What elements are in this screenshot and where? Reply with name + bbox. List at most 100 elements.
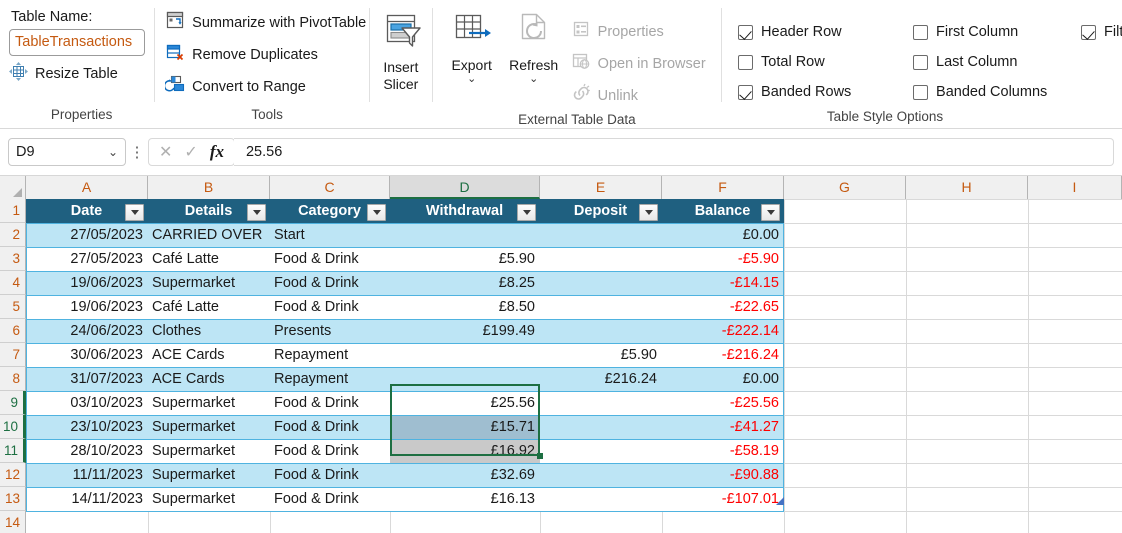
- refresh-chevron-down-icon[interactable]: ⌄: [529, 74, 538, 85]
- cell-A2[interactable]: 27/05/2023: [26, 223, 148, 247]
- column-header-G[interactable]: G: [784, 176, 906, 199]
- cell-D12[interactable]: £32.69: [390, 463, 540, 487]
- row-header-4[interactable]: 4: [0, 271, 26, 295]
- row-header-12[interactable]: 12: [0, 463, 26, 487]
- row-header-10[interactable]: 10: [0, 415, 26, 439]
- remove-duplicates-button[interactable]: Remove Duplicates: [165, 39, 318, 70]
- cell-F6[interactable]: -£222.14: [662, 319, 784, 343]
- cell-B13[interactable]: Supermarket: [148, 487, 270, 511]
- cell-C12[interactable]: Food & Drink: [270, 463, 390, 487]
- cell-F9[interactable]: -£25.56: [662, 391, 784, 415]
- cell-C10[interactable]: Food & Drink: [270, 415, 390, 439]
- convert-to-range-button[interactable]: Convert to Range: [163, 71, 306, 102]
- cell-A6[interactable]: 24/06/2023: [26, 319, 148, 343]
- cell-A13[interactable]: 14/11/2023: [26, 487, 148, 511]
- cell-F12[interactable]: -£90.88: [662, 463, 784, 487]
- cell-C11[interactable]: Food & Drink: [270, 439, 390, 463]
- cell-B7[interactable]: ACE Cards: [148, 343, 270, 367]
- selection-fill-handle[interactable]: [537, 453, 543, 459]
- cell-F5[interactable]: -£22.65: [662, 295, 784, 319]
- cell-E8[interactable]: £216.24: [540, 367, 662, 391]
- cell-C5[interactable]: Food & Drink: [270, 295, 390, 319]
- cell-F4[interactable]: -£14.15: [662, 271, 784, 295]
- cell-B12[interactable]: Supermarket: [148, 463, 270, 487]
- cell-E9[interactable]: [540, 391, 662, 415]
- table-name-input[interactable]: TableTransactions: [9, 29, 145, 56]
- insert-slicer-button[interactable]: Insert Slicer: [370, 7, 432, 93]
- name-box[interactable]: D9 ⌄: [8, 138, 126, 166]
- cell-D11[interactable]: £16.92: [390, 439, 540, 463]
- cell-A12[interactable]: 11/11/2023: [26, 463, 148, 487]
- cell-D3[interactable]: £5.90: [390, 247, 540, 271]
- column-header-F[interactable]: F: [662, 176, 784, 199]
- checkbox-header-row[interactable]: Header Row: [738, 17, 913, 47]
- cell-A11[interactable]: 28/10/2023: [26, 439, 148, 463]
- cell-E7[interactable]: £5.90: [540, 343, 662, 367]
- cell-E11[interactable]: [540, 439, 662, 463]
- cell-D2[interactable]: [390, 223, 540, 247]
- filter-dropdown-icon-details[interactable]: [247, 204, 266, 221]
- cell-A9[interactable]: 03/10/2023: [26, 391, 148, 415]
- row-header-14[interactable]: 14: [0, 511, 26, 533]
- cell-B6[interactable]: Clothes: [148, 319, 270, 343]
- cell-B8[interactable]: ACE Cards: [148, 367, 270, 391]
- checkbox-banded-rows[interactable]: Banded Rows: [738, 77, 913, 107]
- checkbox-banded-columns[interactable]: Banded Columns: [913, 77, 1081, 107]
- checkbox-filter-button[interactable]: Filter Button: [1081, 17, 1122, 47]
- cell-A5[interactable]: 19/06/2023: [26, 295, 148, 319]
- cell-B9[interactable]: Supermarket: [148, 391, 270, 415]
- filter-dropdown-icon-withdrawal[interactable]: [517, 204, 536, 221]
- column-header-C[interactable]: C: [270, 176, 390, 199]
- cell-E4[interactable]: [540, 271, 662, 295]
- filter-dropdown-icon-balance[interactable]: [761, 204, 780, 221]
- cell-D5[interactable]: £8.50: [390, 295, 540, 319]
- cell-A7[interactable]: 30/06/2023: [26, 343, 148, 367]
- cell-B5[interactable]: Café Latte: [148, 295, 270, 319]
- cancel-formula-icon[interactable]: ✕: [159, 142, 172, 162]
- insert-function-icon[interactable]: fx: [210, 142, 224, 162]
- refresh-button[interactable]: Refresh ⌄: [503, 7, 565, 85]
- checkbox-last-column[interactable]: Last Column: [913, 47, 1081, 77]
- filter-dropdown-icon-category[interactable]: [367, 204, 386, 221]
- row-header-1[interactable]: 1: [0, 199, 26, 223]
- select-all-corner[interactable]: [0, 176, 26, 199]
- cell-C3[interactable]: Food & Drink: [270, 247, 390, 271]
- cell-F2[interactable]: £0.00: [662, 223, 784, 247]
- row-header-9[interactable]: 9: [0, 391, 26, 415]
- column-header-E[interactable]: E: [540, 176, 662, 199]
- cell-D9[interactable]: £25.56: [390, 391, 540, 415]
- row-header-11[interactable]: 11: [0, 439, 26, 463]
- cell-D4[interactable]: £8.25: [390, 271, 540, 295]
- cell-D8[interactable]: [390, 367, 540, 391]
- cell-E6[interactable]: [540, 319, 662, 343]
- cell-E12[interactable]: [540, 463, 662, 487]
- cell-D7[interactable]: [390, 343, 540, 367]
- cell-C8[interactable]: Repayment: [270, 367, 390, 391]
- table-resize-handle[interactable]: [776, 497, 784, 505]
- column-header-I[interactable]: I: [1028, 176, 1122, 199]
- cell-F11[interactable]: -£58.19: [662, 439, 784, 463]
- confirm-formula-icon[interactable]: ✓: [184, 142, 197, 162]
- cell-E3[interactable]: [540, 247, 662, 271]
- cell-A10[interactable]: 23/10/2023: [26, 415, 148, 439]
- cell-C7[interactable]: Repayment: [270, 343, 390, 367]
- export-button[interactable]: Export ⌄: [441, 7, 503, 85]
- row-header-13[interactable]: 13: [0, 487, 26, 511]
- cell-C4[interactable]: Food & Drink: [270, 271, 390, 295]
- name-box-more-icon[interactable]: ⋮: [126, 143, 148, 161]
- cell-A3[interactable]: 27/05/2023: [26, 247, 148, 271]
- column-header-H[interactable]: H: [906, 176, 1028, 199]
- cell-C9[interactable]: Food & Drink: [270, 391, 390, 415]
- export-chevron-down-icon[interactable]: ⌄: [467, 74, 476, 85]
- column-header-A[interactable]: A: [26, 176, 148, 199]
- row-header-6[interactable]: 6: [0, 319, 26, 343]
- checkbox-total-row[interactable]: Total Row: [738, 47, 913, 77]
- cell-F10[interactable]: -£41.27: [662, 415, 784, 439]
- row-header-7[interactable]: 7: [0, 343, 26, 367]
- cell-E5[interactable]: [540, 295, 662, 319]
- cell-C13[interactable]: Food & Drink: [270, 487, 390, 511]
- resize-table-button[interactable]: Resize Table: [9, 59, 118, 88]
- cell-B4[interactable]: Supermarket: [148, 271, 270, 295]
- cell-F7[interactable]: -£216.24: [662, 343, 784, 367]
- checkbox-first-column[interactable]: First Column: [913, 17, 1081, 47]
